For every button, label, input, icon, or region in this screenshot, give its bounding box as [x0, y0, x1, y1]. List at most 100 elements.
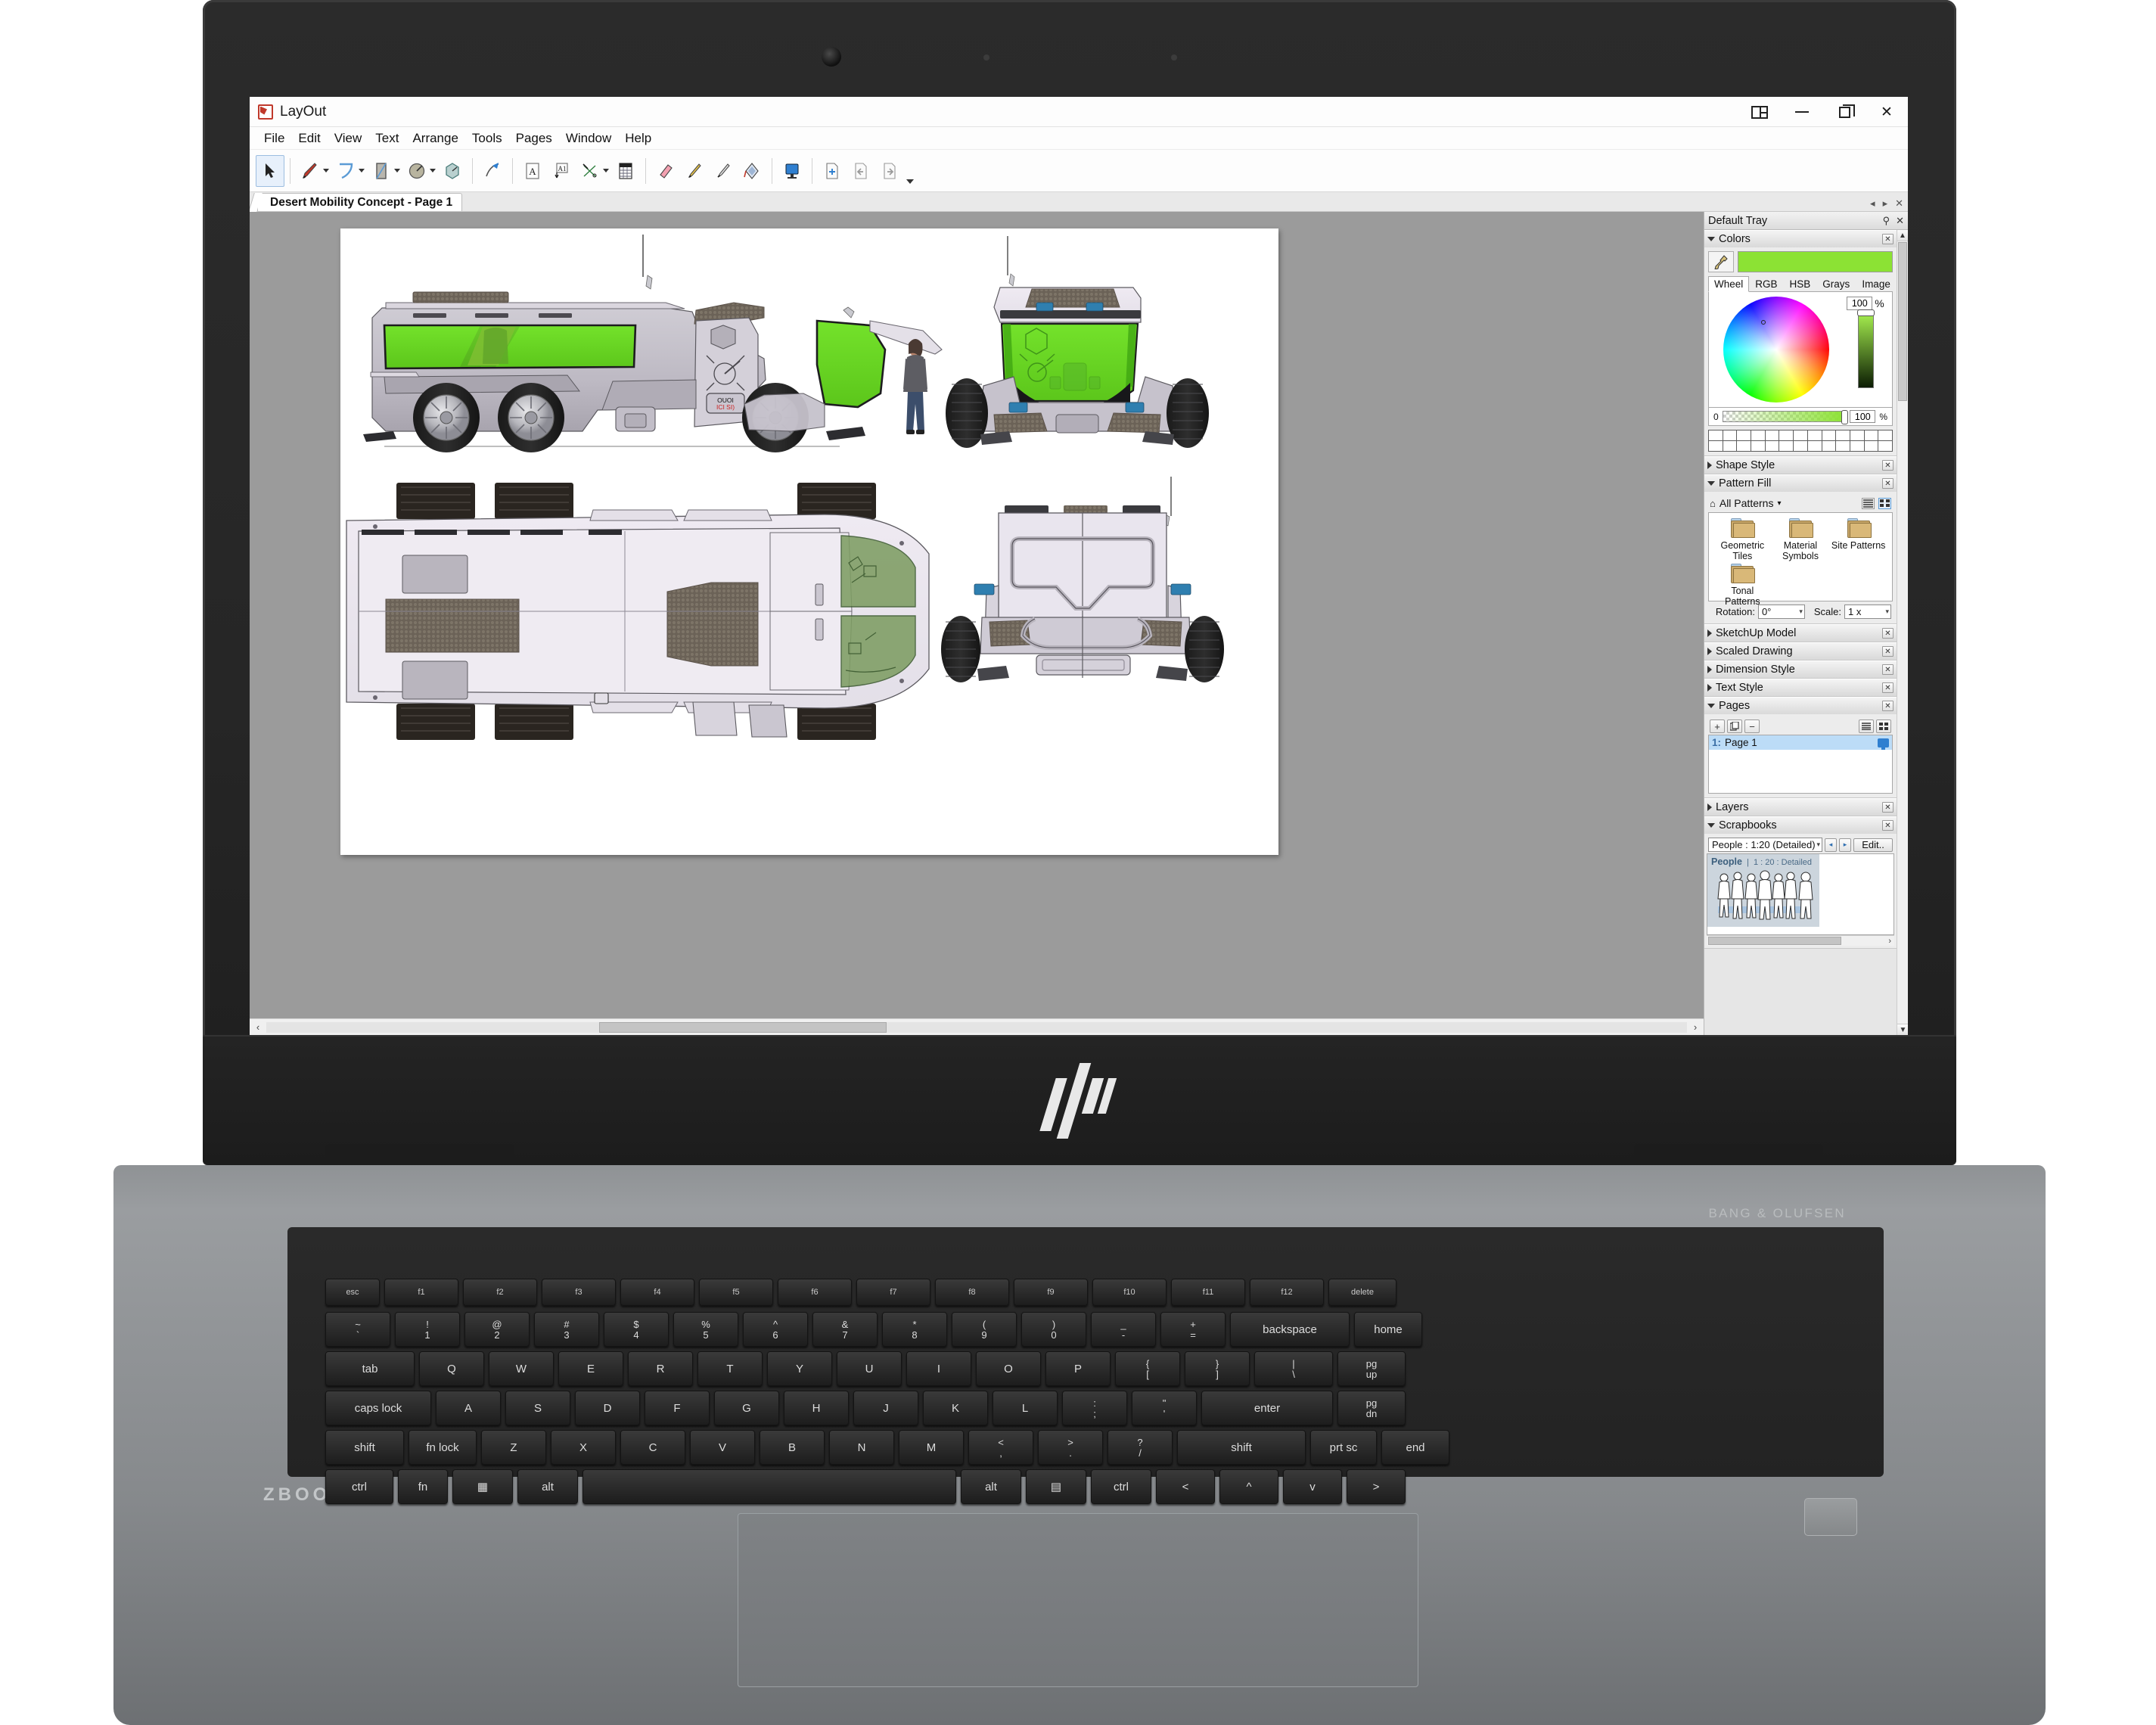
menu-edit[interactable]: Edit	[291, 129, 327, 148]
pattern-folder[interactable]: Material Symbols	[1772, 518, 1829, 562]
scroll-right-arrow-icon[interactable]: ›	[1687, 1021, 1704, 1033]
palette-swatch[interactable]	[1822, 430, 1836, 440]
pages-list-view-icon[interactable]	[1859, 720, 1874, 733]
expand-triangle-icon[interactable]	[1707, 481, 1715, 486]
toolbar-overflow-icon[interactable]	[904, 155, 916, 187]
menu-pages[interactable]: Pages	[509, 129, 559, 148]
panel-pages-close-icon[interactable]: ✕	[1882, 701, 1893, 711]
key-ctrl[interactable]: ctrl	[1091, 1469, 1151, 1504]
key-d[interactable]: D	[575, 1391, 640, 1425]
remove-page-button[interactable]: −	[1744, 720, 1760, 733]
home-icon[interactable]: ⌂	[1710, 498, 1716, 509]
scroll-track[interactable]	[266, 1021, 1687, 1033]
palette-swatch[interactable]	[1794, 441, 1807, 451]
palette-swatch[interactable]	[1737, 430, 1751, 440]
scrapbook-edit-button[interactable]: Edit..	[1853, 838, 1893, 852]
fingerprint-reader[interactable]	[1804, 1498, 1857, 1536]
grid-view-icon[interactable]	[1878, 497, 1891, 509]
dimension-tool[interactable]	[576, 155, 604, 187]
restore-button[interactable]	[1823, 97, 1866, 127]
key-f4[interactable]: f4	[620, 1279, 694, 1306]
panel-scaled-drawing-header[interactable]: Scaled Drawing ✕	[1704, 642, 1897, 660]
tray-scroll-down-icon[interactable]: ▼	[1897, 1024, 1908, 1035]
palette-swatch[interactable]	[1751, 441, 1765, 451]
panel-sketchup-model-header[interactable]: SketchUp Model ✕	[1704, 624, 1897, 642]
previous-page-button[interactable]	[847, 155, 875, 187]
key-q[interactable]: Q	[419, 1351, 484, 1386]
key-w[interactable]: W	[489, 1351, 554, 1386]
scrapbook-prev-button[interactable]: ◂	[1825, 838, 1837, 852]
panel-scrapbooks-header[interactable]: Scrapbooks ✕	[1704, 816, 1897, 834]
duplicate-page-icon[interactable]	[1727, 720, 1742, 733]
key-1[interactable]: ! 1	[395, 1312, 460, 1347]
panel-pattern-fill-header[interactable]: Pattern Fill ✕	[1704, 474, 1897, 492]
tab-grays[interactable]: Grays	[1816, 276, 1856, 291]
table-tool[interactable]	[611, 155, 640, 187]
key-f2[interactable]: f2	[463, 1279, 537, 1306]
opacity-slider-handle[interactable]	[1841, 410, 1849, 424]
tab-image[interactable]: Image	[1856, 276, 1897, 291]
scroll-left-arrow-icon[interactable]: ‹	[250, 1021, 266, 1033]
key-home[interactable]: home	[1354, 1312, 1422, 1347]
key-pg-dn[interactable]: pg dn	[1337, 1391, 1406, 1425]
key-tab[interactable]: tab	[325, 1351, 415, 1386]
pages-list[interactable]: 1: Page 1	[1708, 735, 1893, 794]
tab-hsb[interactable]: HSB	[1784, 276, 1817, 291]
key-e[interactable]: E	[558, 1351, 623, 1386]
menu-tools[interactable]: Tools	[465, 129, 509, 148]
scrapbook-select[interactable]: People : 1:20 (Detailed) ▾	[1708, 838, 1822, 852]
key-pg-up[interactable]: pg up	[1337, 1351, 1406, 1386]
close-button[interactable]: ✕	[1866, 97, 1908, 127]
key-[interactable]: <,	[968, 1430, 1033, 1465]
key-c[interactable]: C	[620, 1430, 685, 1465]
panel-layers-close-icon[interactable]: ✕	[1882, 802, 1893, 813]
pages-grid-view-icon[interactable]	[1876, 720, 1891, 733]
key-0[interactable]: ) 0	[1021, 1312, 1086, 1347]
key-backspace[interactable]: backspace	[1230, 1312, 1350, 1347]
menu-window[interactable]: Window	[559, 129, 618, 148]
panel-pages-header[interactable]: Pages ✕	[1704, 697, 1897, 714]
page-list-item[interactable]: 1: Page 1	[1709, 735, 1892, 750]
collapse-triangle-icon[interactable]	[1707, 648, 1712, 655]
key-f7[interactable]: f7	[856, 1279, 930, 1306]
panel-pattern-fill-close-icon[interactable]: ✕	[1882, 478, 1893, 489]
rectangle-tool[interactable]	[367, 155, 396, 187]
pattern-library-label[interactable]: All Patterns	[1720, 497, 1774, 509]
scrapbook-preview[interactable]: People | 1 : 20 : Detailed	[1707, 853, 1894, 935]
panel-text-style-header[interactable]: Text Style ✕	[1704, 679, 1897, 696]
palette-swatch[interactable]	[1794, 430, 1807, 440]
key-f1[interactable]: f1	[384, 1279, 458, 1306]
tray-scroll-up-icon[interactable]: ▲	[1897, 230, 1908, 241]
palette-swatch[interactable]	[1807, 441, 1822, 451]
panel-shape-style-close-icon[interactable]: ✕	[1882, 460, 1893, 471]
menu-help[interactable]: Help	[618, 129, 658, 148]
collapse-triangle-icon[interactable]	[1707, 803, 1712, 811]
eraser-tool[interactable]	[651, 155, 680, 187]
key-[interactable]: }]	[1185, 1351, 1250, 1386]
touchpad[interactable]	[738, 1513, 1418, 1687]
key-r[interactable]: R	[628, 1351, 693, 1386]
key-u[interactable]: U	[837, 1351, 902, 1386]
key-caps-lock[interactable]: caps lock	[325, 1391, 431, 1425]
key-t[interactable]: T	[697, 1351, 763, 1386]
scroll-thumb[interactable]	[599, 1021, 887, 1033]
key-right[interactable]: >	[1347, 1469, 1406, 1504]
menu-arrange[interactable]: Arrange	[405, 129, 464, 148]
palette-swatch[interactable]	[1723, 441, 1737, 451]
key-f3[interactable]: f3	[542, 1279, 616, 1306]
layout-split-button[interactable]	[1738, 97, 1781, 127]
value-slider-handle[interactable]	[1856, 309, 1875, 316]
key-o[interactable]: O	[976, 1351, 1041, 1386]
key-down[interactable]: v	[1283, 1469, 1342, 1504]
key-shift[interactable]: shift	[1177, 1430, 1306, 1465]
key-space[interactable]	[582, 1469, 956, 1504]
palette-swatch[interactable]	[1878, 430, 1892, 440]
key-f5[interactable]: f5	[699, 1279, 773, 1306]
palette-swatch[interactable]	[1807, 430, 1822, 440]
palette-swatch[interactable]	[1765, 441, 1779, 451]
key-[interactable]: :;	[1062, 1391, 1127, 1425]
panel-sketchup-model-close-icon[interactable]: ✕	[1882, 628, 1893, 639]
key-n[interactable]: N	[829, 1430, 894, 1465]
value-slider[interactable]	[1856, 309, 1875, 388]
scrapbook-scroll-thumb[interactable]	[1708, 937, 1841, 945]
